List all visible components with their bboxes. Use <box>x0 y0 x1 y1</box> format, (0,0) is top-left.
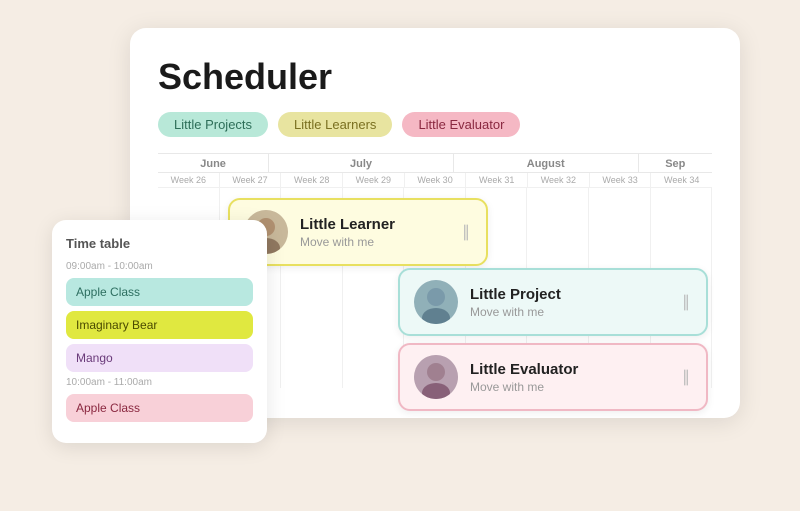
event-evaluator-text: Little Evaluator Move with me <box>470 361 670 394</box>
time-label-2: 10:00am - 11:00am <box>66 377 253 388</box>
avatar-little-project <box>414 280 458 324</box>
filter-tags: Little Projects Little Learners Little E… <box>158 112 712 137</box>
event-project-name: Little Project <box>470 286 670 303</box>
tag-little-evaluator[interactable]: Little Evaluator <box>402 112 520 137</box>
tag-little-learners[interactable]: Little Learners <box>278 112 392 137</box>
tag-little-projects[interactable]: Little Projects <box>158 112 268 137</box>
week-26: Week 26 <box>158 173 220 187</box>
event-little-project[interactable]: Little Project Move with me ∥ <box>398 268 708 336</box>
drag-handle-learner[interactable]: ∥ <box>462 222 472 242</box>
event-learner-text: Little Learner Move with me <box>300 216 450 249</box>
event-learner-name: Little Learner <box>300 216 450 233</box>
class-imaginary-bear[interactable]: Imaginary Bear <box>66 311 253 339</box>
class-mango[interactable]: Mango <box>66 344 253 372</box>
avatar-little-evaluator <box>414 355 458 399</box>
month-june: June <box>158 154 269 172</box>
event-evaluator-name: Little Evaluator <box>470 361 670 378</box>
time-label-1: 09:00am - 10:00am <box>66 261 253 272</box>
month-july: July <box>269 154 454 172</box>
week-33: Week 33 <box>590 173 652 187</box>
month-sep: Sep <box>639 154 712 172</box>
drag-handle-project[interactable]: ∥ <box>682 292 692 312</box>
timetable-card: Time table 09:00am - 10:00am Apple Class… <box>52 220 267 443</box>
event-learner-sub: Move with me <box>300 235 450 249</box>
event-evaluator-sub: Move with me <box>470 380 670 394</box>
week-32: Week 32 <box>528 173 590 187</box>
week-31: Week 31 <box>466 173 528 187</box>
week-27: Week 27 <box>220 173 282 187</box>
class-apple-1[interactable]: Apple Class <box>66 278 253 306</box>
event-project-sub: Move with me <box>470 305 670 319</box>
scheduler-title: Scheduler <box>158 56 712 98</box>
week-30: Week 30 <box>405 173 467 187</box>
calendar-months: June July August Sep <box>158 153 712 173</box>
event-little-learner[interactable]: Little Learner Move with me ∥ <box>228 198 488 266</box>
week-29: Week 29 <box>343 173 405 187</box>
drag-handle-evaluator[interactable]: ∥ <box>682 367 692 387</box>
week-34: Week 34 <box>651 173 712 187</box>
calendar-weeks: Week 26 Week 27 Week 28 Week 29 Week 30 … <box>158 173 712 188</box>
month-august: August <box>454 154 639 172</box>
timetable-title: Time table <box>66 236 253 251</box>
class-apple-2[interactable]: Apple Class <box>66 394 253 422</box>
event-little-evaluator[interactable]: Little Evaluator Move with me ∥ <box>398 343 708 411</box>
week-28: Week 28 <box>281 173 343 187</box>
event-project-text: Little Project Move with me <box>470 286 670 319</box>
